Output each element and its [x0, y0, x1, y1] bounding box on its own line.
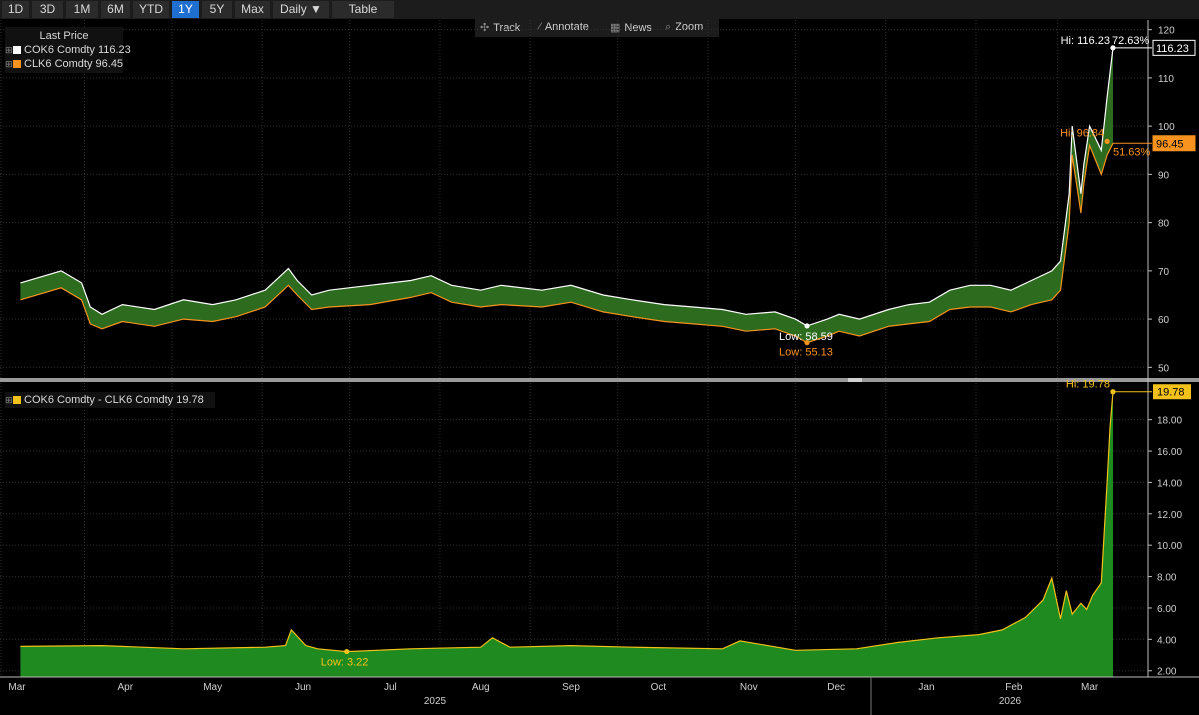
- year-label: 2026: [999, 696, 1022, 707]
- cok6-price-line: [20, 47, 1114, 327]
- cok6-high-label: Hi: 116.23: [1061, 35, 1110, 47]
- x-tick-label: Mar: [8, 682, 26, 693]
- x-tick-label: Aug: [472, 682, 490, 693]
- legend-item-spread[interactable]: ⊞ COK6 Comdty - CLK6 Comdty 19.78: [5, 394, 204, 406]
- x-tick-label: Apr: [117, 682, 133, 693]
- y-tick-label: 120: [1158, 26, 1175, 37]
- clk6-last-tag-text: 96.45: [1156, 138, 1184, 150]
- legend-item-cok6[interactable]: ⊞ COK6 Comdty 116.23: [5, 44, 131, 56]
- expand-icon[interactable]: ⊞: [5, 59, 13, 70]
- y-tick-label: 50: [1158, 363, 1170, 374]
- divider-handle[interactable]: [848, 378, 862, 382]
- clk6-high-label: Hi: 96.84: [1060, 127, 1104, 139]
- x-tick-label: Jan: [918, 682, 934, 693]
- legend-bottom: ⊞ COK6 Comdty - CLK6 Comdty 19.78: [5, 392, 215, 408]
- spread-low-label: Low: 3.22: [321, 657, 369, 669]
- series-color-swatch: [13, 60, 21, 68]
- legend-title: Last Price: [39, 30, 89, 42]
- y-tick-label: 100: [1158, 122, 1175, 133]
- x-tick-label: Sep: [562, 682, 580, 693]
- y-tick-label: 60: [1158, 315, 1170, 326]
- x-tick-label: May: [203, 682, 222, 693]
- y-tick-label: 80: [1158, 219, 1170, 230]
- x-tick-label: Dec: [827, 682, 845, 693]
- panel-divider[interactable]: [0, 378, 1199, 382]
- series-color-swatch: [13, 46, 21, 54]
- spread-low-marker: [344, 648, 350, 655]
- cok6-last-tag-text: 116.23: [1156, 43, 1189, 55]
- legend-item-clk6[interactable]: ⊞ CLK6 Comdty 96.45: [5, 58, 123, 70]
- y-tick-label: 4.00: [1157, 635, 1177, 646]
- y-tick-label: 6.00: [1157, 604, 1177, 615]
- x-tick-label: Oct: [651, 682, 667, 693]
- expand-icon[interactable]: ⊞: [5, 395, 13, 406]
- legend-top: Last Price ⊞ COK6 Comdty 116.23 ⊞ CLK6 Com…: [5, 27, 131, 73]
- price-chart[interactable]: 50 60 70 80 90 100 110 120 2.00 4.00 6.00 8.00 10.00…: [0, 0, 1199, 715]
- spread-area-fill: [20, 391, 1113, 677]
- cok6-change-pct: 72.63%: [1112, 35, 1150, 47]
- x-tick-label: Nov: [740, 682, 758, 693]
- x-tick-label: Mar: [1081, 682, 1099, 693]
- expand-icon[interactable]: ⊞: [5, 45, 13, 56]
- y-tick-label: 110: [1158, 74, 1174, 85]
- clk6-low-label: Low: 55.13: [779, 347, 833, 359]
- series-color-swatch: [13, 396, 21, 404]
- clk6-low-marker: [804, 340, 810, 346]
- x-tick-label: Jul: [384, 682, 397, 693]
- y-tick-label: 10.00: [1157, 541, 1182, 552]
- y-tick-label: 8.00: [1157, 573, 1177, 584]
- cok6-low-marker: [804, 323, 810, 329]
- clk6-change-pct: 51.63%: [1113, 146, 1151, 158]
- year-label: 2025: [424, 696, 447, 707]
- y-tick-label: 70: [1158, 267, 1170, 278]
- x-tick-label: Feb: [1005, 682, 1023, 693]
- y-tick-label: 18.00: [1157, 416, 1182, 427]
- y-tick-label: 14.00: [1157, 478, 1182, 489]
- y-tick-label: 12.00: [1157, 510, 1182, 521]
- spread-last-tag-text: 19.78: [1157, 387, 1185, 399]
- y-tick-label: 2.00: [1157, 667, 1177, 678]
- y-tick-label: 90: [1158, 170, 1170, 181]
- clk6-high-marker: [1104, 138, 1110, 144]
- spread-line: [20, 391, 1114, 653]
- spread-high-label: Hi: 19.78: [1066, 379, 1110, 391]
- y-tick-label: 16.00: [1157, 447, 1182, 458]
- price-gap-fill: [20, 47, 1113, 343]
- x-tick-label: Jun: [295, 682, 311, 693]
